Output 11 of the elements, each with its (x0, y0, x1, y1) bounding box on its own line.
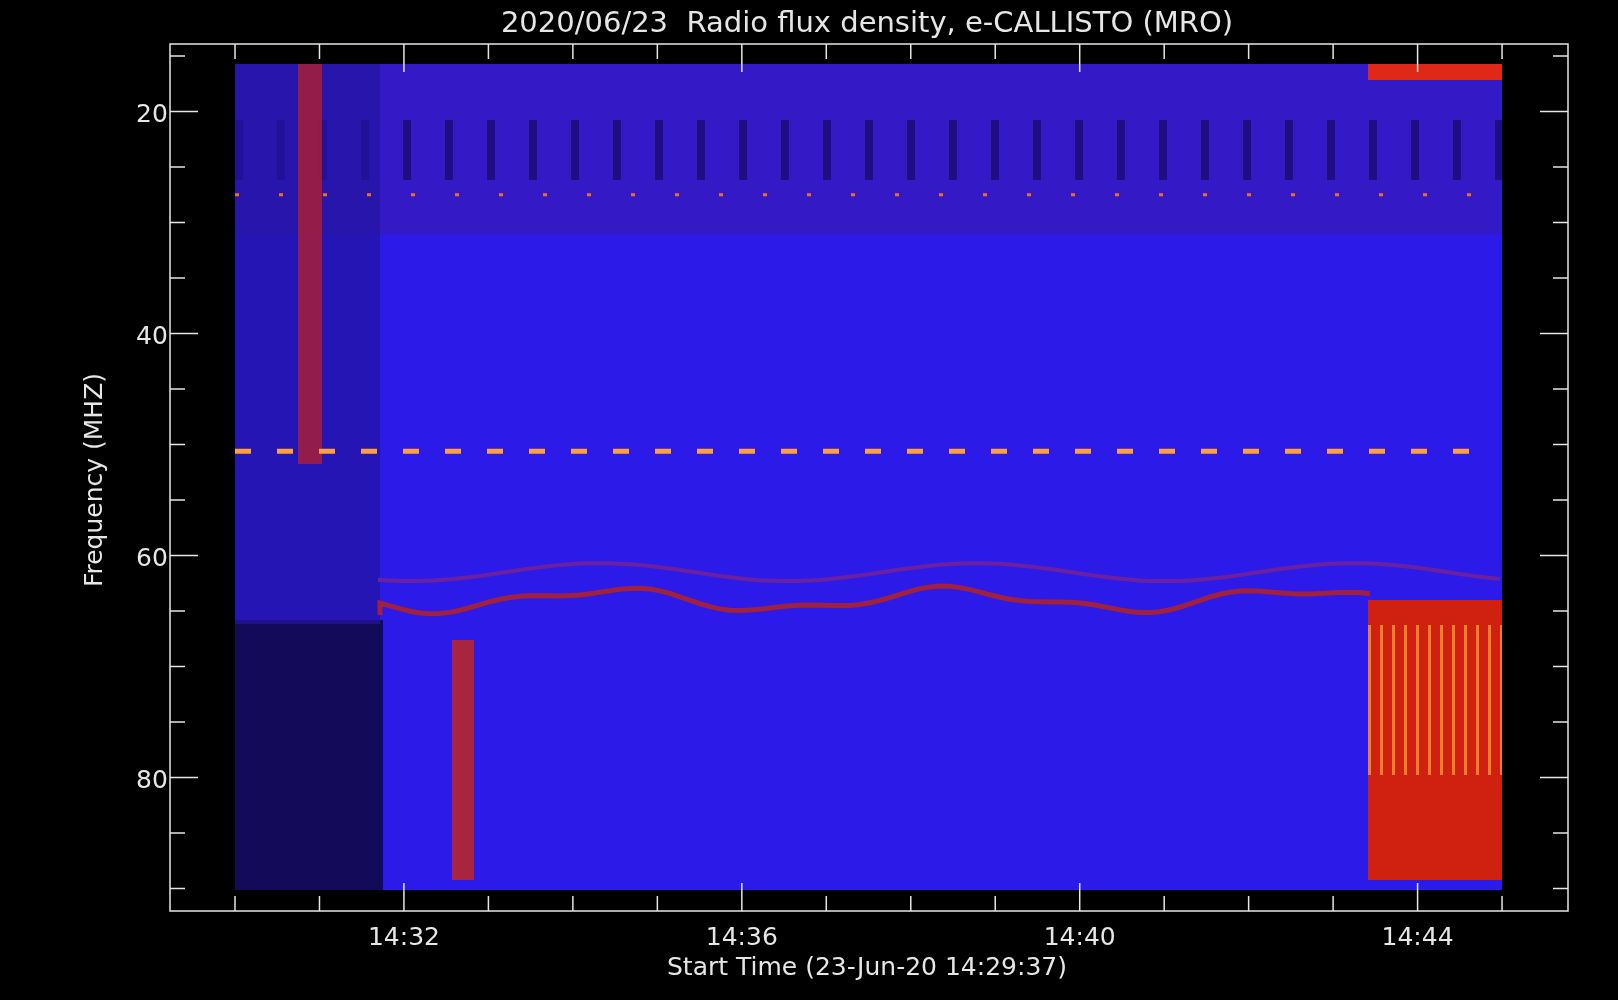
x-tick-label: 14:44 (1381, 922, 1454, 951)
y-tick-label: 80 (136, 764, 168, 794)
y-axis-label: Frequency (MHZ) (79, 372, 108, 588)
x-tick-label: 14:40 (1043, 922, 1116, 951)
x-tick-label: 14:32 (367, 922, 440, 951)
y-tick-label: 20 (136, 98, 168, 128)
y-tick-label: 40 (136, 320, 168, 350)
y-tick-label: 60 (136, 542, 168, 572)
x-tick-label: 14:36 (705, 922, 778, 951)
x-axis-label: Start Time (23-Jun-20 14:29:37) (667, 952, 1067, 981)
chart-title: 2020/06/23 Radio flux density, e-CALLISTO (MRO) (500, 5, 1234, 39)
